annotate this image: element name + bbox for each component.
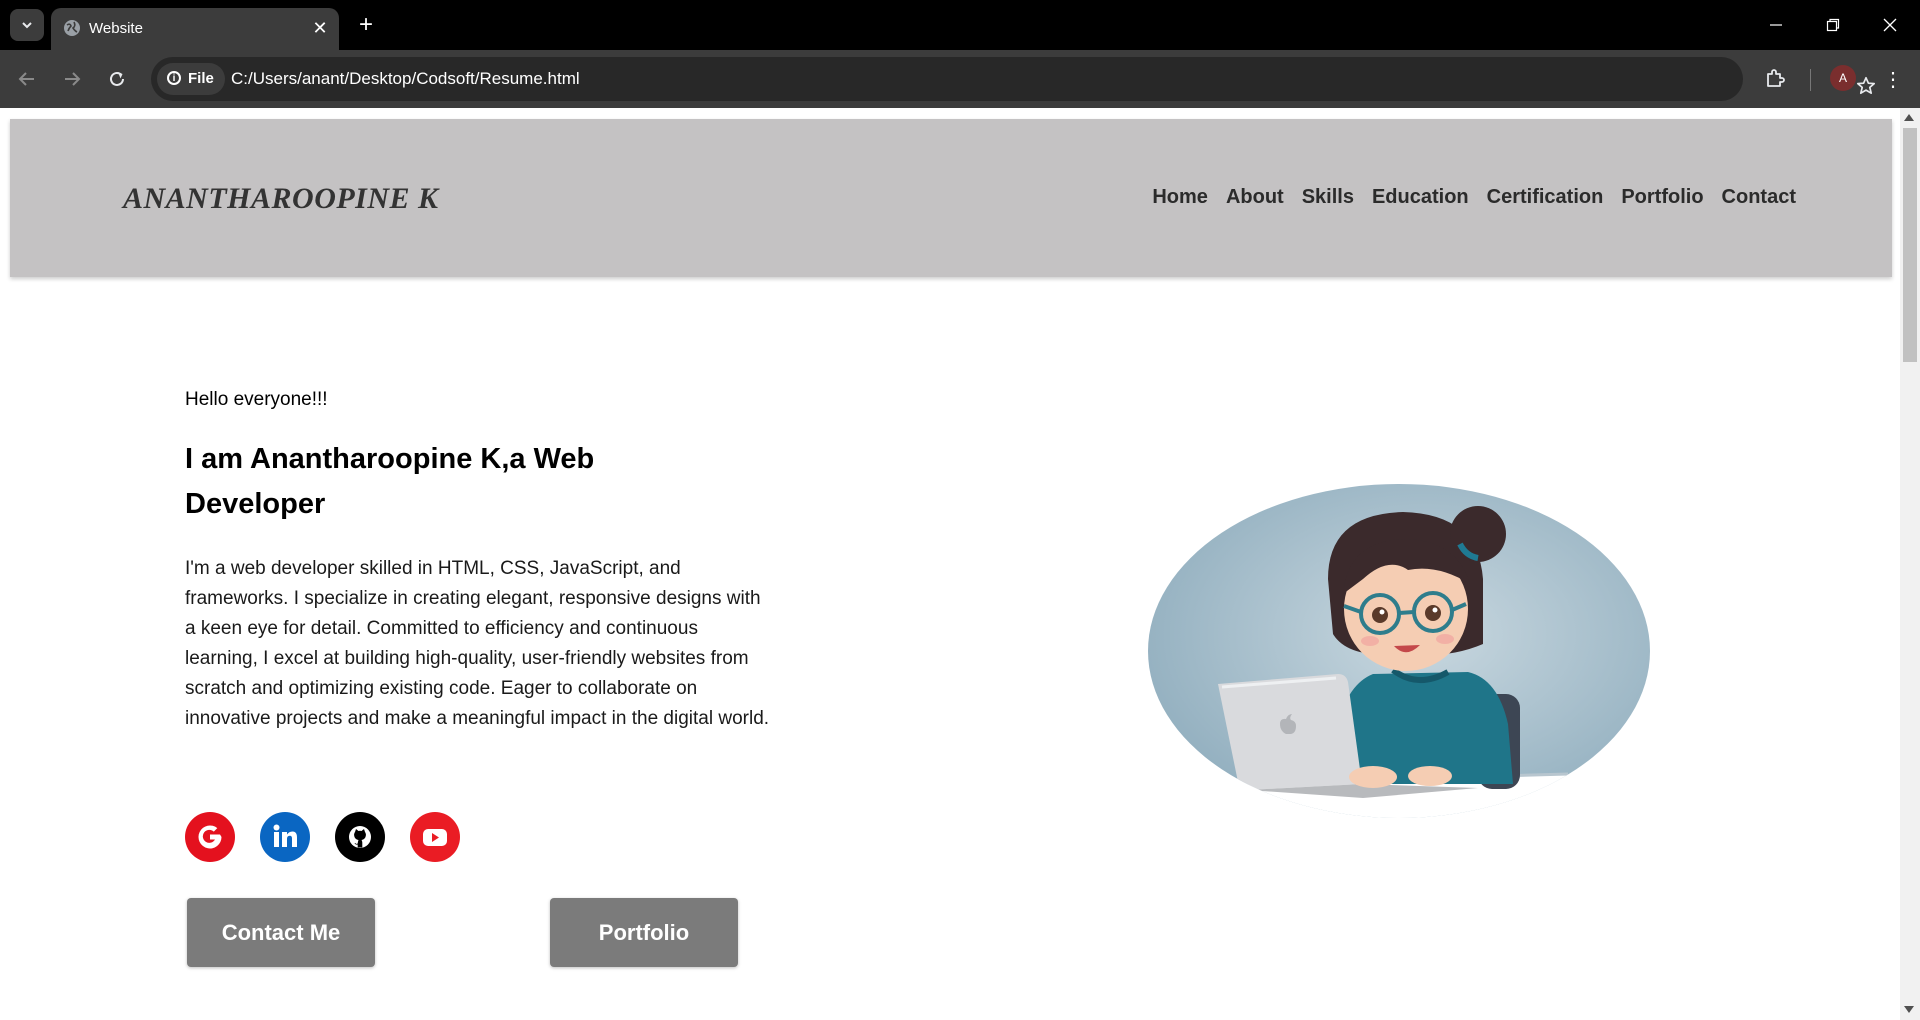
site-info-label: File — [188, 70, 214, 87]
youtube-icon — [423, 829, 447, 846]
address-bar[interactable]: i File C:/Users/anant/Desktop/Codsoft/Re… — [151, 57, 1876, 101]
site-logo[interactable]: ANANTHAROOPINE K — [123, 182, 439, 216]
web-page: ANANTHAROOPINE K Home About Skills Educa… — [0, 108, 1900, 1020]
info-icon: i — [167, 71, 181, 85]
profile-avatar[interactable]: A — [1830, 65, 1856, 91]
browser-toolbar: i File C:/Users/anant/Desktop/Codsoft/Re… — [0, 50, 1920, 108]
developer-illustration — [1148, 484, 1650, 818]
linkedin-link[interactable] — [260, 812, 310, 862]
minimize-icon — [1770, 24, 1782, 26]
main-nav: Home About Skills Education Certificatio… — [1152, 186, 1796, 209]
hero-bio: I'm a web developer skilled in HTML, CSS… — [185, 558, 770, 729]
google-icon — [198, 825, 222, 849]
scroll-down-arrow-icon[interactable] — [1904, 1006, 1914, 1013]
arrow-right-icon — [65, 72, 81, 86]
scrollbar-thumb[interactable] — [1903, 128, 1917, 362]
tab-title: Website — [89, 20, 143, 37]
close-tab-icon[interactable]: ✕ — [309, 17, 331, 39]
google-link[interactable] — [185, 812, 235, 862]
close-icon — [1883, 18, 1897, 32]
new-tab-button[interactable]: + — [353, 11, 379, 38]
restore-icon — [1826, 18, 1840, 32]
nav-skills[interactable]: Skills — [1302, 186, 1354, 209]
github-link[interactable] — [335, 812, 385, 862]
youtube-link[interactable] — [410, 812, 460, 862]
toolbar-divider — [1810, 69, 1811, 91]
nav-home[interactable]: Home — [1152, 186, 1208, 209]
star-icon — [1856, 76, 1876, 95]
contact-me-button[interactable]: Contact Me — [187, 898, 375, 967]
close-window-button[interactable] — [1872, 10, 1908, 40]
portfolio-button[interactable]: Portfolio — [550, 898, 738, 967]
browser-tab[interactable]: Website ✕ — [51, 8, 339, 50]
tab-search-button[interactable] — [10, 9, 44, 41]
chevron-down-icon — [22, 22, 32, 29]
nav-certification[interactable]: Certification — [1487, 186, 1604, 209]
reload-button[interactable] — [102, 64, 132, 94]
back-button[interactable] — [12, 64, 42, 94]
url-text[interactable]: C:/Users/anant/Desktop/Codsoft/Resume.ht… — [231, 69, 580, 89]
more-menu-icon[interactable]: ⋮ — [1880, 64, 1906, 94]
browser-tabstrip: Website ✕ + — [0, 0, 1920, 50]
nav-contact[interactable]: Contact — [1722, 186, 1796, 209]
linkedin-icon — [273, 824, 297, 847]
arrow-left-icon — [18, 72, 34, 86]
github-icon — [349, 826, 371, 848]
hero-headline: I am Anantharoopine K,a Web Developer — [185, 443, 595, 520]
forward-button[interactable] — [57, 64, 87, 94]
minimize-button[interactable] — [1758, 10, 1794, 40]
globe-icon — [64, 20, 80, 36]
page-scrollbar[interactable] — [1900, 108, 1920, 1020]
nav-portfolio[interactable]: Portfolio — [1621, 186, 1703, 209]
site-info-chip[interactable]: i File — [157, 63, 225, 95]
restore-button[interactable] — [1815, 10, 1851, 40]
puzzle-icon — [1767, 69, 1785, 87]
reload-icon — [110, 71, 124, 86]
hero-greeting: Hello everyone!!! — [185, 389, 328, 410]
scroll-up-arrow-icon[interactable] — [1904, 114, 1914, 121]
nav-about[interactable]: About — [1226, 186, 1284, 209]
nav-education[interactable]: Education — [1372, 186, 1469, 209]
extensions-button[interactable] — [1760, 64, 1790, 94]
site-header: ANANTHAROOPINE K Home About Skills Educa… — [10, 119, 1892, 277]
